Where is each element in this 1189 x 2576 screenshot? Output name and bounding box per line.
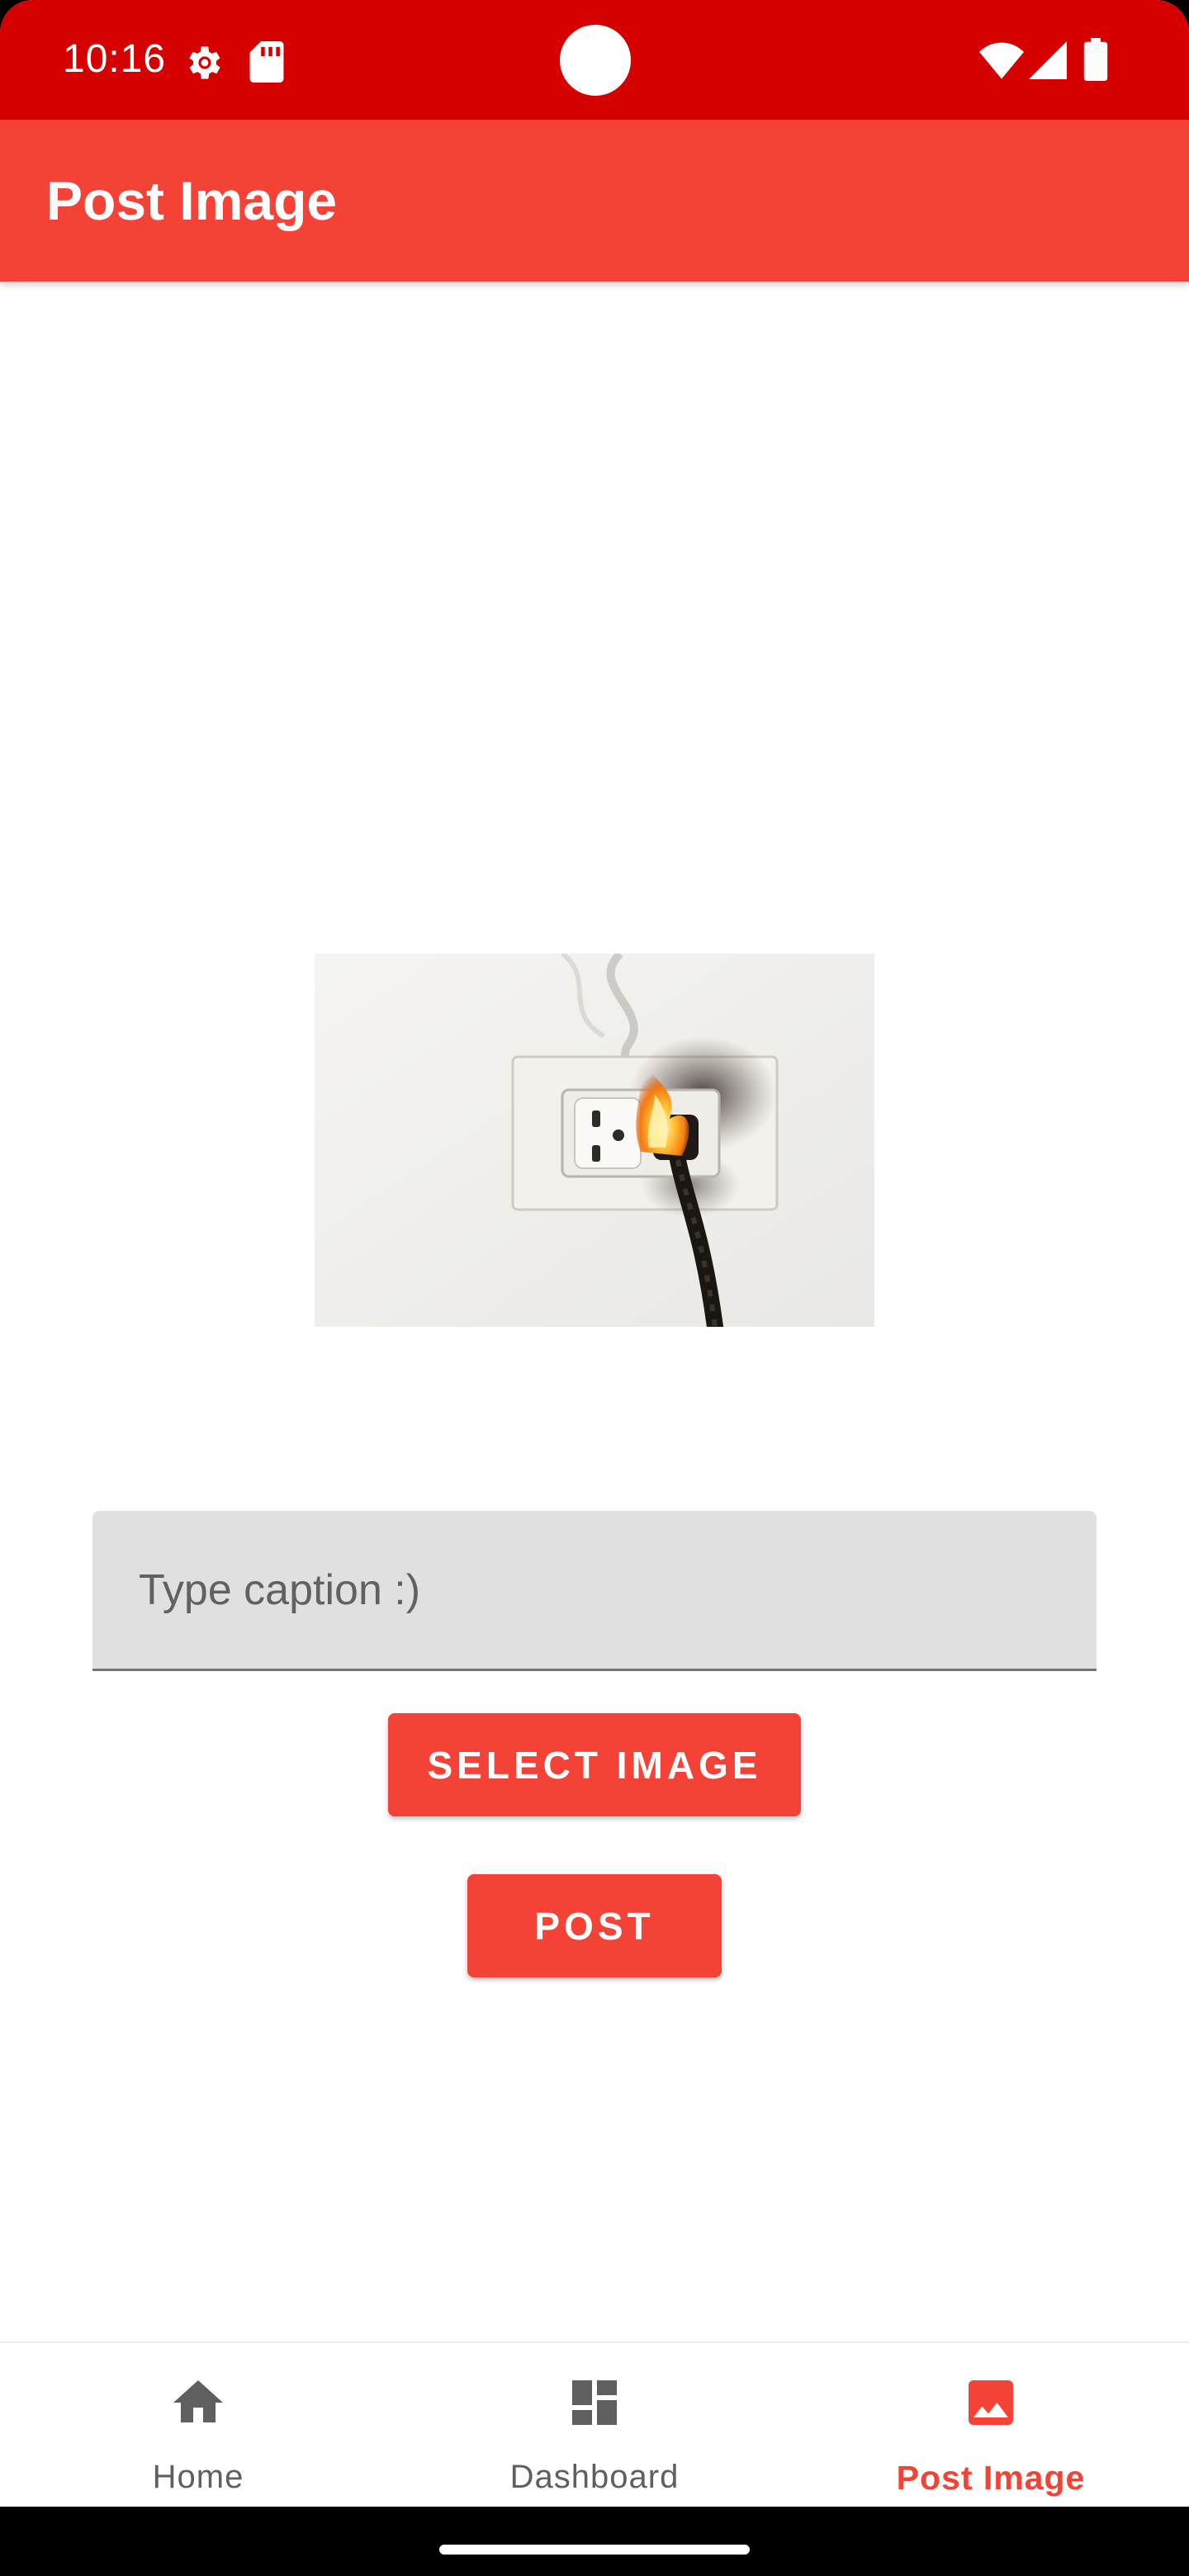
caption-field[interactable] [92, 1511, 1097, 1671]
page-title: Post Image [46, 170, 338, 231]
post-button[interactable]: POST [467, 1874, 722, 1977]
battery-icon [1083, 38, 1108, 81]
nav-item-dashboard[interactable]: Dashboard [396, 2343, 793, 2508]
camera-cutout [560, 25, 631, 96]
app-bar: Post Image [0, 120, 1189, 282]
nav-item-post-image[interactable]: Post Image [793, 2343, 1189, 2508]
dashboard-icon [572, 2380, 617, 2425]
bottom-navigation: Home Dashboard Post Image [0, 2342, 1189, 2507]
status-bar: 10:16 [0, 0, 1189, 120]
nav-label-dashboard: Dashboard [509, 2459, 680, 2495]
screen: 10:16 Post Image Type caption:) SELECT … [0, 0, 1189, 2576]
sd-card-icon [249, 41, 284, 83]
nav-label-home: Home [152, 2459, 244, 2495]
select-image-button[interactable]: SELECT IMAGE [388, 1713, 801, 1816]
nav-label-post-image: Post Image [896, 2459, 1086, 2497]
nav-item-home[interactable]: Home [0, 2343, 396, 2508]
image-icon [969, 2380, 1013, 2425]
burning-outlet-image [315, 954, 874, 1327]
signal-icon [1029, 41, 1067, 79]
system-navigation-bar [0, 2507, 1189, 2576]
selected-image-preview [315, 954, 874, 1327]
settings-gear-icon [189, 46, 220, 79]
status-time: 10:16 [63, 37, 167, 81]
wifi-icon [979, 42, 1024, 79]
home-gesture-handle[interactable] [439, 2545, 750, 2555]
home-icon [173, 2380, 223, 2422]
caption-input[interactable] [139, 1560, 1047, 1620]
